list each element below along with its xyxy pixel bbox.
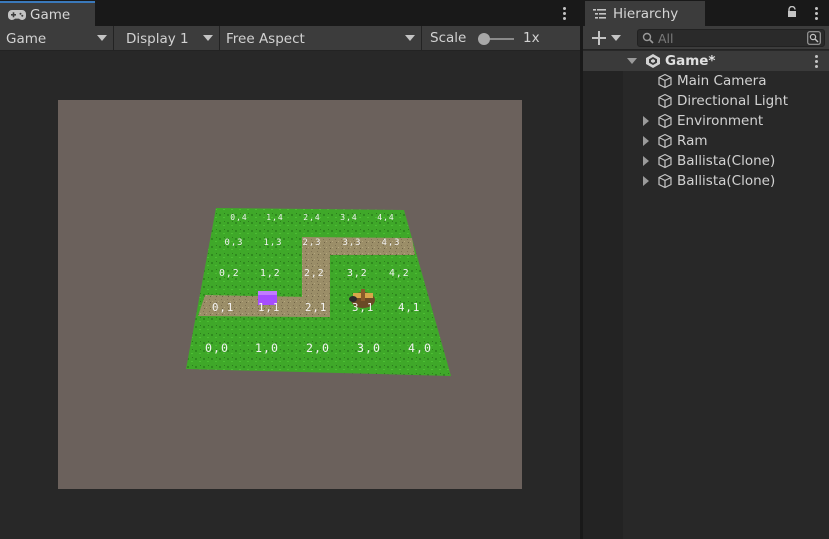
- scale-slider-handle[interactable]: [478, 33, 490, 45]
- hierarchy-item-label: Main Camera: [677, 73, 767, 89]
- game-tabbar: Game: [0, 0, 580, 26]
- hierarchy-item-label: Environment: [677, 113, 764, 129]
- tile-label: 0,3: [224, 238, 244, 248]
- tile-label: 3,3: [342, 238, 362, 248]
- tile-label: 4,4: [377, 213, 395, 222]
- list-icon: [593, 8, 606, 19]
- unity-scene-icon: [646, 54, 660, 68]
- hierarchy-item-label: Ram: [677, 133, 708, 149]
- scale-value: 1x: [523, 30, 540, 46]
- hierarchy-item[interactable]: Directional Light: [657, 91, 788, 111]
- tile-label: 0,2: [219, 268, 240, 279]
- tile-label: 2,0: [306, 341, 330, 355]
- aspect-dropdown[interactable]: Free Aspect: [220, 26, 422, 51]
- gamepad-icon: [8, 9, 26, 20]
- hierarchy-item-label: Directional Light: [677, 93, 788, 109]
- tile-label: 3,2: [347, 268, 368, 279]
- tile-label: 2,3: [302, 238, 322, 248]
- hierarchy-item[interactable]: Ballista(Clone): [643, 151, 775, 171]
- game-panel: Game Game Display 1 Free Aspect Scale 1x: [0, 0, 580, 539]
- fold-open-icon[interactable]: [627, 58, 637, 64]
- search-placeholder: All: [658, 31, 674, 46]
- chevron-down-icon: [97, 35, 107, 41]
- lock-icon[interactable]: [787, 6, 797, 18]
- tile-label: 1,0: [255, 341, 279, 355]
- game-mode-dropdown[interactable]: Game: [0, 26, 114, 51]
- gameobject-cube-icon: [658, 93, 672, 109]
- hierarchy-toolbar: All: [583, 26, 829, 50]
- fold-closed-icon[interactable]: [643, 116, 649, 126]
- fold-closed-icon[interactable]: [643, 136, 649, 146]
- scene-name: Game*: [665, 53, 716, 69]
- tile-label: 2,1: [305, 301, 328, 314]
- tile-label: 0,4: [230, 213, 248, 222]
- search-field[interactable]: All: [637, 29, 825, 47]
- fold-closed-icon[interactable]: [643, 176, 649, 186]
- aspect-value: Free Aspect: [226, 30, 305, 47]
- tile-label: 1,1: [258, 301, 281, 314]
- scale-label: Scale: [430, 30, 467, 46]
- search-options-icon[interactable]: [807, 31, 821, 45]
- tile-label: 2,2: [304, 268, 325, 279]
- gameobject-cube-icon: [658, 173, 672, 189]
- tile-label: 0,0: [205, 341, 229, 355]
- create-button[interactable]: [591, 30, 625, 46]
- hierarchy-item-label: Ballista(Clone): [677, 153, 776, 169]
- path-tile: [302, 255, 330, 266]
- chevron-down-icon: [203, 35, 213, 41]
- hierarchy-item[interactable]: Environment: [643, 111, 763, 131]
- display-value: Display 1: [126, 30, 189, 47]
- gameobject-cube-icon: [658, 73, 672, 89]
- game-scene: [186, 208, 451, 376]
- tab-hierarchy-label: Hierarchy: [613, 5, 679, 22]
- display-dropdown[interactable]: Display 1: [120, 26, 220, 51]
- tile-label: 4,0: [408, 341, 432, 355]
- tile-label: 3,0: [357, 341, 381, 355]
- tile-label: 1,3: [263, 238, 283, 248]
- tile-label: 2,4: [303, 213, 321, 222]
- hierarchy-item[interactable]: Ballista(Clone): [643, 171, 775, 191]
- tile-label: 1,2: [260, 268, 281, 279]
- scene-row[interactable]: Game*: [583, 51, 829, 71]
- chevron-down-icon: [611, 35, 621, 41]
- chevron-down-icon: [405, 35, 415, 41]
- tile-label: 4,3: [381, 238, 401, 248]
- plus-icon: [592, 31, 606, 45]
- tile-label: 1,4: [266, 213, 284, 222]
- tile-label: 4,2: [389, 268, 410, 279]
- hierarchy-item[interactable]: Main Camera: [657, 71, 767, 91]
- hierarchy-menu-icon[interactable]: [809, 5, 823, 21]
- tab-game[interactable]: Game: [0, 1, 95, 26]
- hierarchy-item-label: Ballista(Clone): [677, 173, 776, 189]
- game-menu-icon[interactable]: [557, 5, 571, 21]
- hierarchy-item[interactable]: Ram: [643, 131, 708, 151]
- gameobject-cube-icon: [658, 153, 672, 169]
- hierarchy-tabbar: Hierarchy: [583, 0, 829, 26]
- tile-label: 4,1: [398, 301, 421, 314]
- fold-closed-icon[interactable]: [643, 156, 649, 166]
- gameobject-cube-icon: [658, 113, 672, 129]
- game-viewport[interactable]: 0,4 1,4 2,4 3,4 4,4 0,3 1,3 2,3 3,3 4,3 0,2 1,2 2,2 3…: [58, 100, 522, 489]
- gameobject-cube-icon: [658, 133, 672, 149]
- hierarchy-indent-gutter: [583, 51, 623, 539]
- tile-label: 3,4: [340, 213, 358, 222]
- tile-label: 0,1: [212, 301, 235, 314]
- hierarchy-panel: Hierarchy All Game* Main Camera Directio…: [583, 0, 829, 539]
- search-icon: [642, 32, 654, 44]
- tile-label: 3,1: [352, 301, 375, 314]
- game-mode-value: Game: [6, 30, 47, 47]
- tab-hierarchy[interactable]: Hierarchy: [585, 1, 705, 26]
- tab-game-label: Game: [30, 6, 71, 23]
- scene-menu-icon[interactable]: [809, 53, 823, 69]
